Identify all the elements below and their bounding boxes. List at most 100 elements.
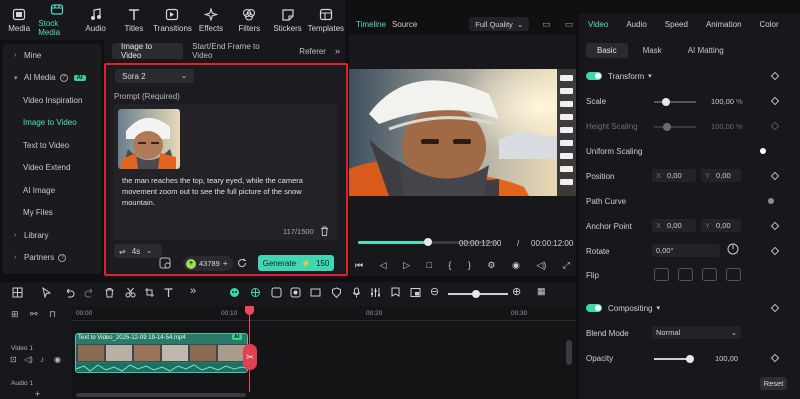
tab-reference[interactable]: Referer	[290, 43, 335, 59]
expand-icon[interactable]: ⤢	[563, 260, 570, 271]
toolbar-effects[interactable]: Effects	[192, 0, 230, 40]
shield-icon[interactable]	[331, 287, 342, 298]
subtab-ai-matting[interactable]: AI Matting	[677, 43, 735, 58]
undo-icon[interactable]	[64, 287, 75, 298]
rotate-left-icon[interactable]	[702, 268, 717, 281]
audio-mixer-icon[interactable]	[370, 287, 381, 298]
toolbar-audio[interactable]: Audio	[77, 0, 115, 40]
tab-speed[interactable]: Speed	[656, 20, 697, 29]
subtab-basic[interactable]: Basic	[586, 43, 628, 58]
ai-assistant-icon[interactable]	[229, 287, 240, 298]
tab-audio[interactable]: Audio	[617, 20, 655, 29]
credits-balance[interactable]: + 43789 +	[183, 256, 233, 271]
track-audio-icon[interactable]: ♪	[40, 355, 44, 364]
vertical-scrollbar[interactable]	[566, 340, 572, 365]
duration-select[interactable]: ⇌ 4s ⌄	[114, 244, 162, 258]
microphone-icon[interactable]	[351, 287, 362, 298]
sidebar-item-ai-media[interactable]: ▾ AI Media? AI	[3, 67, 101, 90]
track-volume-icon[interactable]: ◁)	[24, 355, 33, 364]
help-icon[interactable]: ?	[58, 253, 67, 262]
stop-icon[interactable]: □	[426, 260, 431, 270]
prompt-text[interactable]: the man reaches the top, teary eyed, whi…	[122, 175, 328, 208]
flip-horizontal-icon[interactable]	[654, 268, 669, 281]
sidebar-item-image-to-video[interactable]: Image to Video	[3, 112, 101, 135]
link-icon[interactable]: ⚯	[30, 309, 38, 320]
snapshot-icon[interactable]: ◉	[512, 260, 520, 271]
sidebar-item-video-inspiration[interactable]: Video Inspiration	[3, 89, 101, 112]
tab-video[interactable]: Video	[579, 20, 617, 29]
tab-timeline[interactable]: Timeline	[356, 20, 386, 29]
add-icon[interactable]: +	[35, 389, 40, 399]
split-scissors-icon[interactable]: ✂	[243, 344, 257, 370]
sidebar-item-my-files[interactable]: My Files	[3, 202, 101, 225]
trash-icon[interactable]	[320, 226, 329, 236]
help-icon[interactable]: ?	[59, 73, 68, 82]
opacity-value[interactable]: 100,00	[715, 354, 738, 363]
mark-out-icon[interactable]: }	[468, 260, 471, 270]
opacity-slider[interactable]	[654, 355, 694, 363]
layout-grid-icon[interactable]	[12, 287, 23, 298]
timeline-grid-icon[interactable]: ▦	[537, 286, 546, 297]
sidebar-item-ai-image[interactable]: AI Image	[3, 179, 101, 202]
timeline-zoom-handle[interactable]	[472, 290, 480, 298]
toolbar-titles[interactable]: Titles	[115, 0, 153, 40]
sidebar-item-text-to-video[interactable]: Text to Video	[3, 134, 101, 157]
add-track-icon[interactable]: ⊞	[11, 309, 19, 320]
scale-slider[interactable]	[654, 98, 696, 106]
scale-value[interactable]: 100,00	[711, 97, 734, 106]
model-select[interactable]: Sora 2 ⌄	[115, 69, 194, 83]
step-back-icon[interactable]: ◁	[380, 260, 387, 271]
chevron-double-right-icon[interactable]: »	[335, 46, 340, 56]
toolbar-media[interactable]: Media	[0, 0, 38, 40]
crop-icon[interactable]	[144, 287, 155, 298]
transform-toggle[interactable]	[586, 72, 602, 80]
tab-source[interactable]: Source	[392, 20, 417, 29]
select-pointer-icon[interactable]	[41, 287, 52, 298]
tab-start-end-frame[interactable]: Start/End Frame to Video	[183, 42, 290, 60]
mark-in-icon[interactable]: {	[448, 260, 451, 270]
blend-mode-select[interactable]: Normal ⌄	[652, 326, 741, 339]
marker-icon[interactable]	[390, 287, 401, 298]
toolbar-filters[interactable]: Filters	[230, 0, 268, 40]
fullscreen-icon[interactable]: ▭	[565, 19, 574, 30]
position-y-field[interactable]: Y 0,00	[701, 169, 741, 182]
scrubber-handle[interactable]	[424, 238, 432, 246]
video-preview[interactable]	[349, 69, 576, 196]
picture-in-picture-icon[interactable]	[410, 287, 421, 298]
toolbar-stickers[interactable]: Stickers	[268, 0, 306, 40]
refresh-icon[interactable]	[237, 258, 247, 268]
tab-image-to-video[interactable]: Image to Video	[112, 42, 184, 60]
compositing-section-header[interactable]: Compositing ▾	[586, 301, 781, 315]
playhead-handle[interactable]	[245, 306, 254, 315]
chevron-double-right-icon[interactable]: »	[190, 285, 196, 297]
render-settings-icon[interactable]: ⚙	[487, 260, 495, 271]
redo-icon[interactable]	[84, 287, 95, 298]
zoom-in-icon[interactable]: ⊕	[512, 285, 521, 298]
subtab-mask[interactable]: Mask	[632, 43, 673, 58]
sidebar-item-partners[interactable]: › Partners?	[3, 247, 101, 270]
play-icon[interactable]: ▷	[403, 260, 410, 271]
sidebar-item-library[interactable]: › Library	[3, 224, 101, 247]
rotate-field[interactable]: 0,00°	[652, 244, 720, 257]
anchor-x-field[interactable]: X 0,00	[652, 219, 696, 232]
split-scissors-icon[interactable]	[125, 287, 136, 298]
tab-animation[interactable]: Animation	[697, 20, 751, 29]
magnet-icon[interactable]: ⊓	[49, 309, 56, 320]
ai-effects-icon[interactable]	[250, 287, 261, 298]
stabilize-icon[interactable]	[271, 287, 282, 298]
horizontal-scrollbar[interactable]	[76, 393, 246, 397]
position-x-field[interactable]: X 0,00	[652, 169, 696, 182]
tab-color[interactable]: Color	[751, 20, 788, 29]
rotate-right-icon[interactable]	[726, 268, 741, 281]
sidebar-item-mine[interactable]: › Mine	[3, 44, 101, 67]
toolbar-templates[interactable]: Templates	[307, 0, 345, 40]
generation-settings-icon[interactable]	[159, 257, 172, 270]
reset-button[interactable]: Reset	[760, 377, 787, 390]
timeline-zoom-slider[interactable]	[448, 290, 508, 298]
reference-image-thumbnail[interactable]	[118, 109, 180, 169]
track-visibility-icon[interactable]: ◉	[54, 355, 61, 364]
opacity-slider-handle[interactable]	[686, 355, 694, 363]
anchor-y-field[interactable]: Y 0,00	[701, 219, 741, 232]
delete-icon[interactable]	[104, 287, 115, 298]
zoom-out-icon[interactable]: ⊖	[430, 285, 439, 298]
